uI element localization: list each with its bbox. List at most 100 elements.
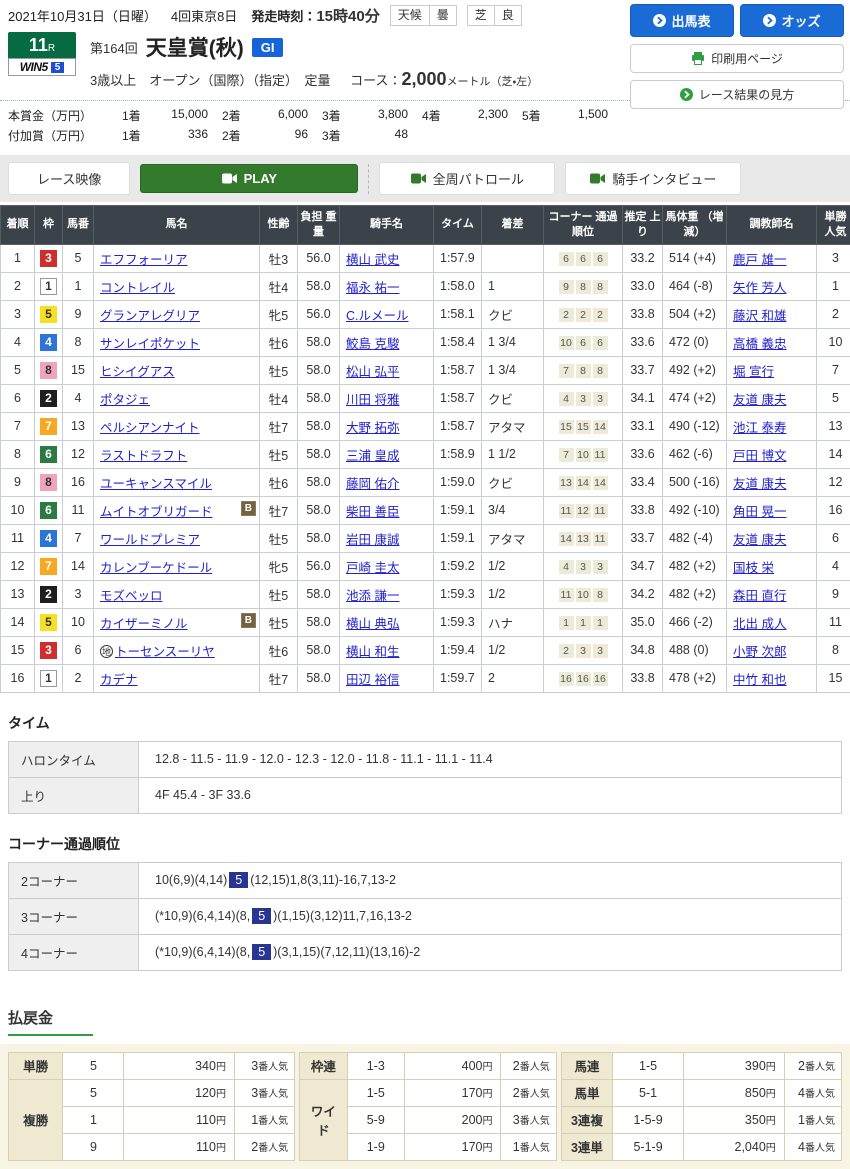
jockey-link[interactable]: 池添 謙一 xyxy=(346,589,399,603)
finish-position: 6 xyxy=(1,384,35,412)
patrol-video-button[interactable]: 全周パトロール xyxy=(379,162,555,195)
win-favorite-rank: 2 xyxy=(817,300,850,328)
horse-link[interactable]: グランアレグリア xyxy=(100,309,200,323)
jockey-link[interactable]: 柴田 善臣 xyxy=(346,505,399,519)
video-bar: レース映像 PLAY 全周パトロール 騎手インタビュー xyxy=(0,155,850,202)
header-buttons: 出馬表 オッズ 印刷用ページ レース結果の見方 xyxy=(624,4,844,109)
trainer-link[interactable]: 中竹 和也 xyxy=(733,673,786,687)
horse-link[interactable]: ポタジェ xyxy=(100,393,150,407)
horse-name-cell: カレンブーケドール xyxy=(94,552,260,580)
trainer-link[interactable]: 矢作 芳人 xyxy=(733,281,786,295)
jockey-link[interactable]: 横山 武史 xyxy=(346,253,399,267)
frame-number: 8 xyxy=(35,356,63,384)
jockey-link[interactable]: 藤岡 佑介 xyxy=(346,477,399,491)
column-header: 推定 上り xyxy=(623,206,663,245)
camera-icon xyxy=(590,173,605,184)
jockey-link[interactable]: C.ルメール xyxy=(346,309,409,323)
trainer-link[interactable]: 角田 晃一 xyxy=(733,505,786,519)
corner-row-label: 2コーナー xyxy=(9,862,139,898)
odds-button[interactable]: オッズ xyxy=(740,4,844,37)
jockey-link[interactable]: 大野 拓弥 xyxy=(346,421,399,435)
horse-link[interactable]: カイザーミノル xyxy=(100,617,188,631)
trainer-link[interactable]: 小野 次郎 xyxy=(733,645,786,659)
trainer-link[interactable]: 池江 泰寿 xyxy=(733,421,786,435)
corner-row-value: 10(6,9)(4,14)5(12,15)1,8(3,11)-16,7,13-2 xyxy=(139,862,842,898)
last-3f: 33.8 xyxy=(623,300,663,328)
jockey-link[interactable]: 戸崎 圭太 xyxy=(346,561,399,575)
jockey-interview-button[interactable]: 騎手インタビュー xyxy=(565,162,741,195)
win-favorite-rank: 12 xyxy=(817,468,850,496)
jockey-link[interactable]: 川田 将雅 xyxy=(346,393,399,407)
jockey-link[interactable]: 横山 典弘 xyxy=(346,617,399,631)
table-row: 14 5 10 Bカイザーミノル 牡5 58.0 横山 典弘 1:59.3 ハナ… xyxy=(1,608,850,636)
trainer-link[interactable]: 友道 康夫 xyxy=(733,477,786,491)
trainer-link[interactable]: 藤沢 和雄 xyxy=(733,309,786,323)
jockey-cell: 大野 拓弥 xyxy=(340,412,434,440)
sex-age: 牡4 xyxy=(260,272,298,300)
win-favorite-rank: 8 xyxy=(817,636,850,664)
horse-link[interactable]: ペルシアンナイト xyxy=(100,421,200,435)
payout-row-sanrenpuku: 3連複 1-5-9 350円 1番人気 xyxy=(561,1106,841,1133)
jockey-cell: C.ルメール xyxy=(340,300,434,328)
horse-link[interactable]: コントレイル xyxy=(100,281,175,295)
trainer-cell: 高橋 義忠 xyxy=(727,328,817,356)
trainer-link[interactable]: 友道 康夫 xyxy=(733,393,786,407)
play-button[interactable]: PLAY xyxy=(140,164,358,193)
horse-link[interactable]: カレンブーケドール xyxy=(100,561,212,575)
body-weight: 462 (-6) xyxy=(663,440,727,468)
trainer-link[interactable]: 戸田 博文 xyxy=(733,449,786,463)
horse-link[interactable]: ラストドラフト xyxy=(100,449,187,463)
time-table: ハロンタイム 12.8 - 11.5 - 11.9 - 12.0 - 12.3 … xyxy=(8,741,842,814)
trainer-link[interactable]: 国枝 栄 xyxy=(733,561,774,575)
jockey-link[interactable]: 福永 祐一 xyxy=(346,281,399,295)
trainer-link[interactable]: 友道 康夫 xyxy=(733,533,786,547)
finish-time: 1:59.0 xyxy=(434,468,482,496)
jockey-link[interactable]: 横山 和生 xyxy=(346,645,399,659)
trainer-link[interactable]: 鹿戸 雄一 xyxy=(733,253,786,267)
jockey-cell: 藤岡 佑介 xyxy=(340,468,434,496)
finish-time: 1:58.1 xyxy=(434,300,482,328)
jockey-link[interactable]: 松山 弘平 xyxy=(346,365,399,379)
horse-link[interactable]: エフフォーリア xyxy=(100,253,188,267)
horse-link[interactable]: ワールドプレミア xyxy=(100,533,200,547)
jockey-link[interactable]: 岩田 康誠 xyxy=(346,533,399,547)
printer-icon xyxy=(691,52,705,65)
horse-link[interactable]: ユーキャンスマイル xyxy=(100,477,212,491)
jockey-link[interactable]: 鮫島 克駿 xyxy=(346,337,399,351)
horse-link[interactable]: トーセンスーリヤ xyxy=(115,645,215,659)
table-row: 10 6 11 Bムイトオブリガード 牡7 58.0 柴田 善臣 1:59.1 … xyxy=(1,496,850,524)
jockey-link[interactable]: 三浦 皇成 xyxy=(346,449,399,463)
column-header: 着順 xyxy=(1,206,35,245)
horse-link[interactable]: モズベッロ xyxy=(100,589,163,603)
horse-link[interactable]: ムイトオブリガード xyxy=(100,505,213,519)
horse-number: 5 xyxy=(63,244,94,272)
horse-link[interactable]: カデナ xyxy=(100,673,138,687)
jockey-link[interactable]: 田辺 裕信 xyxy=(346,673,399,687)
horse-number: 4 xyxy=(63,384,94,412)
margin: ハナ xyxy=(482,608,544,636)
grade-badge: GI xyxy=(252,38,284,57)
finish-position: 8 xyxy=(1,440,35,468)
horse-link[interactable]: サンレイポケット xyxy=(100,337,200,351)
horse-link[interactable]: ヒシイグアス xyxy=(100,365,175,379)
table-row: 4 4 8 サンレイポケット 牡6 58.0 鮫島 克駿 1:58.4 1 3/… xyxy=(1,328,850,356)
frame-number: 1 xyxy=(35,664,63,692)
carried-weight: 58.0 xyxy=(298,328,340,356)
trainer-cell: 鹿戸 雄一 xyxy=(727,244,817,272)
trainer-link[interactable]: 高橋 義忠 xyxy=(733,337,786,351)
table-row: 2 1 1 コントレイル 牡4 58.0 福永 祐一 1:58.0 1 988 … xyxy=(1,272,850,300)
win-favorite-rank: 3 xyxy=(817,244,850,272)
print-page-button[interactable]: 印刷用ページ xyxy=(630,44,844,73)
horse-name-cell: ワールドプレミア xyxy=(94,524,260,552)
body-weight: 464 (-8) xyxy=(663,272,727,300)
margin: クビ xyxy=(482,384,544,412)
trainer-link[interactable]: 堀 宣行 xyxy=(733,365,774,379)
entries-button[interactable]: 出馬表 xyxy=(630,4,734,37)
corner-positions: 788 xyxy=(544,356,623,384)
how-to-read-button[interactable]: レース結果の見方 xyxy=(630,80,844,109)
finish-position: 11 xyxy=(1,524,35,552)
body-weight: 482 (+2) xyxy=(663,580,727,608)
trainer-link[interactable]: 北出 成人 xyxy=(733,617,786,631)
payout-row-wakuren: 枠連 1-3 400円 2番人気 xyxy=(300,1052,557,1079)
trainer-link[interactable]: 森田 直行 xyxy=(733,589,786,603)
